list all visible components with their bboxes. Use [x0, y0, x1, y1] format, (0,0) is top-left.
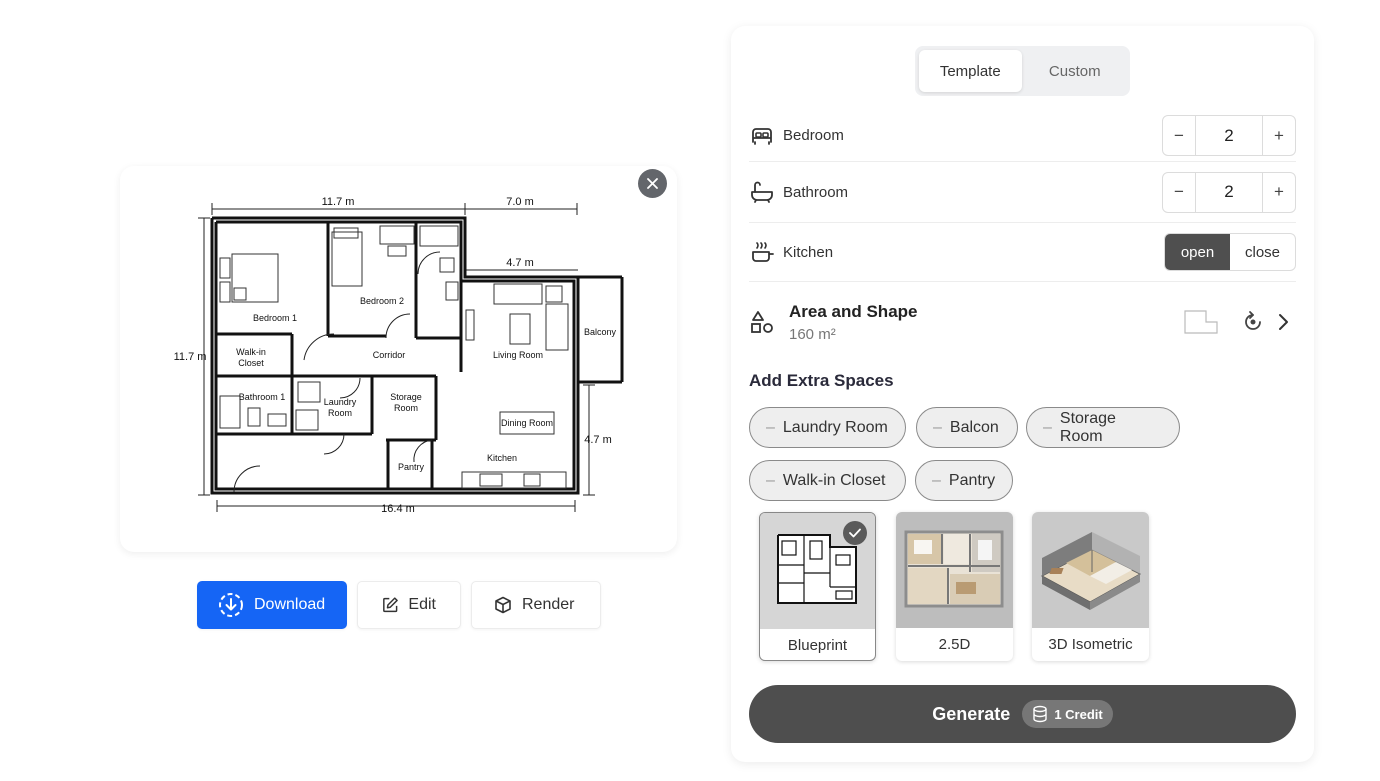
bathroom-label: Bathroom	[783, 183, 849, 201]
coins-icon	[1033, 705, 1048, 723]
room-storage-2: Room	[394, 403, 418, 413]
chip-balcon[interactable]: – Balcon	[916, 407, 1018, 448]
dim-top-left: 11.7 m	[322, 196, 355, 208]
room-bedroom2: Bedroom 2	[360, 296, 404, 306]
kitchen-row: Kitchen open close	[749, 223, 1296, 282]
bathroom-count[interactable]: 2	[1195, 172, 1263, 212]
bed-icon	[752, 127, 772, 145]
app-root: 11.7 m 7.0 m 4.7 m 11.7 m 4.7 m 16.4 m B…	[0, 0, 1380, 781]
dim-left: 11.7 m	[174, 351, 207, 363]
close-icon	[647, 178, 658, 189]
cube-icon	[495, 596, 511, 614]
dim-right: 4.7 m	[584, 434, 612, 446]
preview-actions: Download Edit Render	[197, 581, 601, 629]
chip-storage-room[interactable]: – Storage Room	[1026, 407, 1180, 448]
room-laundry-2: Room	[328, 408, 352, 418]
kitchen-open-option[interactable]: open	[1165, 234, 1230, 270]
render-label: Render	[522, 596, 575, 613]
dim-top-right: 7.0 m	[506, 196, 534, 208]
room-walkin-2: Closet	[238, 358, 264, 368]
2-5d-thumbnail	[896, 512, 1013, 628]
download-button[interactable]: Download	[197, 581, 347, 629]
room-bathroom1: Bathroom 1	[239, 392, 286, 402]
room-living: Living Room	[493, 350, 543, 360]
bedroom-label: Bedroom	[783, 127, 844, 144]
kitchen-close-option[interactable]: close	[1230, 234, 1295, 270]
room-kitchen: Kitchen	[487, 453, 517, 463]
kitchen-toggle: open close	[1164, 233, 1296, 271]
cooking-pot-icon	[752, 242, 774, 262]
room-dining: Dining Room	[501, 418, 553, 428]
bedroom-stepper: − 2 +	[1162, 115, 1296, 156]
render-button[interactable]: Render	[471, 581, 601, 629]
bedroom-increment-button[interactable]: +	[1263, 116, 1295, 155]
shape-preview-icon	[1184, 310, 1218, 334]
edit-icon	[383, 597, 398, 613]
style-card-2-5d[interactable]: 2.5D	[896, 512, 1013, 661]
room-pantry: Pantry	[398, 462, 425, 472]
credit-label: 1 Credit	[1054, 706, 1103, 722]
bathroom-row: Bathroom − 2 +	[749, 162, 1296, 223]
tab-custom[interactable]: Custom	[1024, 50, 1127, 92]
dim-bottom: 16.4 m	[381, 503, 415, 515]
style-card-blueprint[interactable]: Blueprint	[759, 512, 876, 661]
room-laundry-1: Laundry	[324, 397, 357, 407]
bathroom-increment-button[interactable]: +	[1263, 173, 1295, 212]
generate-button[interactable]: Generate 1 Credit	[749, 685, 1296, 743]
room-bedroom1: Bedroom 1	[253, 313, 297, 323]
dim-inner-top: 4.7 m	[506, 257, 534, 269]
chevron-right-icon[interactable]	[1276, 313, 1290, 331]
floor-plan-image: 11.7 m 7.0 m 4.7 m 11.7 m 4.7 m 16.4 m B…	[174, 196, 624, 515]
room-storage-1: Storage	[390, 392, 422, 402]
bedroom-decrement-button[interactable]: −	[1163, 116, 1195, 155]
room-balcony: Balcony	[584, 327, 617, 337]
extra-spaces-title: Add Extra Spaces	[749, 371, 894, 390]
edit-label: Edit	[408, 596, 436, 613]
kitchen-label: Kitchen	[783, 243, 834, 261]
chip-walk-in-closet[interactable]: – Walk-in Closet	[749, 460, 906, 501]
room-corridor: Corridor	[373, 350, 406, 360]
credit-badge: 1 Credit	[1022, 700, 1113, 728]
bathroom-decrement-button[interactable]: −	[1163, 173, 1195, 212]
style-label-3d-isometric: 3D Isometric	[1048, 636, 1133, 653]
selected-check-icon	[843, 521, 867, 545]
download-icon	[219, 593, 243, 617]
bedroom-row: Bedroom − 2 +	[749, 110, 1296, 162]
settings-panel: Template Custom Bedroom − 2 + Bathroom −…	[731, 26, 1314, 762]
style-label-2-5d: 2.5D	[938, 636, 971, 653]
rotate-icon[interactable]	[1240, 309, 1266, 335]
mode-tabs: Template Custom	[915, 46, 1130, 96]
shapes-icon	[751, 311, 773, 333]
style-card-3d-isometric[interactable]: 3D Isometric	[1032, 512, 1149, 661]
chip-laundry-room[interactable]: – Laundry Room	[749, 407, 906, 448]
close-preview-button[interactable]	[638, 169, 667, 198]
edit-button[interactable]: Edit	[357, 581, 461, 629]
bathtub-icon	[751, 181, 773, 203]
area-shape-row[interactable]: Area and Shape 160 m²	[749, 282, 1296, 362]
area-value: 160 m²	[789, 325, 836, 343]
download-label: Download	[254, 596, 326, 613]
bedroom-count[interactable]: 2	[1195, 116, 1263, 155]
bathroom-stepper: − 2 +	[1162, 171, 1296, 213]
tab-template[interactable]: Template	[919, 50, 1022, 92]
room-walkin-1: Walk-in	[236, 347, 266, 357]
blueprint-thumbnail	[760, 513, 875, 629]
area-title: Area and Shape	[789, 301, 918, 321]
style-label-blueprint: Blueprint	[787, 637, 848, 654]
generate-label: Generate	[932, 703, 1011, 724]
3d-isometric-thumbnail	[1032, 512, 1149, 628]
chip-pantry[interactable]: – Pantry	[915, 460, 1013, 501]
